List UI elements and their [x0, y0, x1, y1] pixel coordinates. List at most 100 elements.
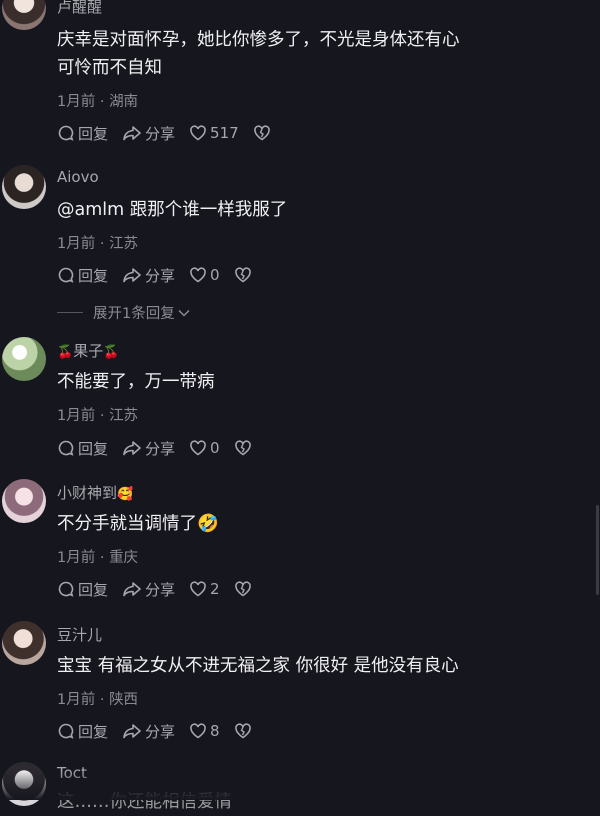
cherry-emoji: 🍒: [103, 345, 120, 360]
broken-heart-icon: [234, 723, 251, 739]
share-button[interactable]: 分享: [122, 123, 175, 144]
dislike-button[interactable]: [234, 722, 255, 740]
comment-text-line: @amlm 跟那个谁一样我服了: [57, 200, 288, 220]
reply-button[interactable]: 回复: [57, 438, 108, 459]
comment-username: 果子: [73, 342, 104, 360]
comment-username[interactable]: 卢醒醒: [57, 0, 102, 17]
heart-icon: [190, 267, 206, 283]
comment-username-wrap[interactable]: 🍒果子🍒: [57, 340, 119, 361]
like-button[interactable]: 2: [189, 580, 220, 598]
scrollbar[interactable]: [596, 505, 599, 595]
like-count: 2: [210, 580, 220, 598]
reply-button[interactable]: 回复: [57, 579, 108, 600]
comment-username[interactable]: 豆汁儿: [57, 624, 102, 645]
comment-actions: 回复 分享 0: [57, 437, 269, 459]
heart-icon: [190, 125, 206, 141]
comment-location: 湖南: [109, 94, 139, 110]
reply-label: 回复: [78, 124, 109, 143]
like-button[interactable]: 8: [189, 722, 220, 740]
smile-emoji: 🥰: [117, 487, 134, 502]
avatar[interactable]: [2, 337, 46, 381]
avatar[interactable]: [2, 621, 46, 665]
like-count: 0: [210, 266, 220, 284]
comment-meta: 1月前 · 重庆: [57, 550, 139, 566]
comment-location: 陕西: [109, 692, 139, 708]
share-icon: [123, 268, 141, 283]
dislike-button[interactable]: [234, 439, 255, 457]
reply-button[interactable]: 回复: [57, 721, 108, 742]
share-button[interactable]: 分享: [122, 579, 175, 600]
comment-username-wrap[interactable]: 小财神到🥰: [57, 482, 133, 503]
comment-text-line: 可怜而不自知: [57, 58, 162, 78]
share-button[interactable]: 分享: [122, 265, 175, 286]
comment-time: 1月前: [57, 550, 96, 566]
dislike-button[interactable]: [253, 124, 274, 142]
comment-location: 江苏: [109, 408, 139, 424]
reply-label: 回复: [78, 580, 109, 599]
comment-meta: 1月前 · 湖南: [57, 94, 139, 110]
reply-icon: [58, 125, 74, 141]
like-count: 8: [210, 722, 220, 740]
share-icon: [123, 724, 141, 739]
chevron-down-icon: [178, 309, 190, 317]
expand-replies-label: 展开1条回复: [93, 306, 175, 322]
share-label: 分享: [145, 266, 176, 285]
heart-icon: [190, 440, 206, 456]
reply-button[interactable]: 回复: [57, 123, 108, 144]
expand-replies-button[interactable]: 展开1条回复: [57, 302, 191, 323]
heart-icon: [190, 581, 206, 597]
reply-icon: [58, 440, 74, 456]
like-button[interactable]: 0: [189, 439, 220, 457]
comment-text-line: 不能要了，万一带病: [57, 372, 215, 392]
comment-actions: 回复 分享 2: [57, 578, 269, 600]
share-label: 分享: [145, 722, 176, 741]
cherry-emoji: 🍒: [57, 345, 74, 360]
broken-heart-icon: [253, 125, 270, 141]
comment-actions: 回复 分享 517: [57, 122, 288, 144]
like-count: 0: [210, 439, 220, 457]
reply-icon: [58, 267, 74, 283]
reply-label: 回复: [78, 722, 109, 741]
reply-icon: [58, 723, 74, 739]
laughing-emoji: 🤣: [197, 514, 219, 534]
share-label: 分享: [145, 124, 176, 143]
avatar[interactable]: [2, 479, 46, 523]
share-label: 分享: [145, 439, 176, 458]
comment-time: 1月前: [57, 94, 96, 110]
share-button[interactable]: 分享: [122, 721, 175, 742]
comment-time: 1月前: [57, 692, 96, 708]
share-button[interactable]: 分享: [122, 438, 175, 459]
share-label: 分享: [145, 580, 176, 599]
comment-location: 重庆: [109, 550, 139, 566]
dislike-button[interactable]: [234, 580, 255, 598]
comment-text-line: 宝宝 有福之女从不进无福之家 你很好 是他没有良心: [57, 656, 459, 676]
like-button[interactable]: 517: [189, 124, 239, 142]
dislike-button[interactable]: [234, 266, 255, 284]
reply-icon: [58, 581, 74, 597]
comment-meta: 1月前 · 陕西: [57, 692, 139, 708]
comment-username[interactable]: Aiovo: [57, 168, 99, 186]
comment-time: 1月前: [57, 408, 96, 424]
share-icon: [123, 126, 141, 141]
comment-actions: 回复 分享 8: [57, 720, 269, 742]
reply-label: 回复: [78, 439, 109, 458]
avatar[interactable]: [2, 0, 46, 30]
reply-label: 回复: [78, 266, 109, 285]
comment-location: 江苏: [109, 236, 139, 252]
comment-actions: 回复 分享 0: [57, 264, 269, 286]
comment-username: 小财神到: [57, 484, 118, 502]
heart-icon: [190, 723, 206, 739]
share-icon: [123, 441, 141, 456]
reply-button[interactable]: 回复: [57, 265, 108, 286]
comment-meta: 1月前 · 江苏: [57, 236, 139, 252]
comment-text-line: 庆幸是对面怀孕，她比你惨多了，不光是身体还有心: [57, 30, 460, 50]
like-button[interactable]: 0: [189, 266, 220, 284]
broken-heart-icon: [234, 440, 251, 456]
broken-heart-icon: [234, 267, 251, 283]
broken-heart-icon: [234, 581, 251, 597]
comment-time: 1月前: [57, 236, 96, 252]
comment-meta: 1月前 · 江苏: [57, 408, 139, 424]
expand-divider: [57, 312, 83, 313]
like-count: 517: [210, 124, 239, 142]
avatar[interactable]: [2, 165, 46, 209]
